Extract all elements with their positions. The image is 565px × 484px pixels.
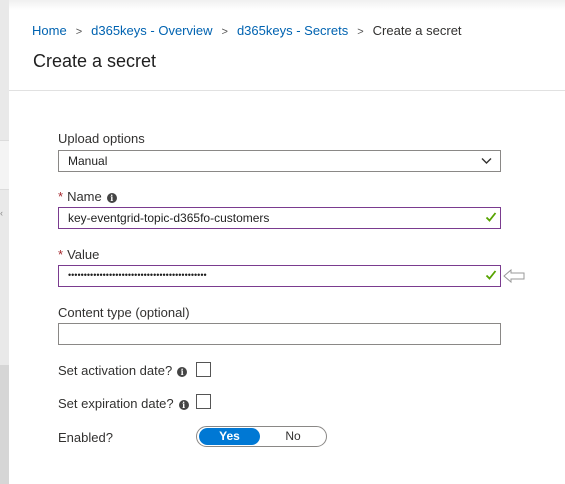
left-panel-selected-item xyxy=(0,140,9,190)
checkmark-icon xyxy=(485,212,497,222)
value-label-text: Value xyxy=(67,247,100,262)
required-marker: * xyxy=(58,189,64,204)
activation-date-label: Set activation date? i xyxy=(58,363,188,378)
collapse-arrow-icon[interactable]: ‹ xyxy=(0,208,3,218)
expiration-date-checkbox[interactable] xyxy=(196,394,211,409)
enabled-toggle[interactable]: Yes No xyxy=(196,426,327,447)
activation-date-label-text: Set activation date? xyxy=(58,363,173,378)
info-icon[interactable]: i xyxy=(177,366,188,377)
required-marker: * xyxy=(58,247,64,262)
value-input[interactable]: ••••••••••••••••••••••••••••••••••••••••… xyxy=(58,265,501,287)
breadcrumb-current: Create a secret xyxy=(372,23,462,38)
breadcrumb-overview[interactable]: d365keys - Overview xyxy=(91,23,212,38)
arrow-left-icon xyxy=(503,268,525,284)
header-shadow xyxy=(9,0,565,10)
value-input-masked: ••••••••••••••••••••••••••••••••••••••••… xyxy=(68,270,207,280)
chevron-down-icon xyxy=(481,158,492,164)
content-type-input[interactable] xyxy=(58,323,501,345)
enabled-yes-option[interactable]: Yes xyxy=(199,428,260,445)
activation-date-checkbox[interactable] xyxy=(196,362,211,377)
upload-options-select[interactable]: Manual xyxy=(58,150,501,172)
breadcrumb: Home > d365keys - Overview > d365keys - Secr… xyxy=(32,23,462,38)
page-title: Create a secret xyxy=(33,51,157,71)
content-type-label: Content type (optional) xyxy=(58,305,190,320)
info-icon[interactable]: i xyxy=(178,399,189,410)
left-panel-edge xyxy=(0,0,9,484)
info-icon[interactable]: i xyxy=(106,192,117,203)
chevron-right-icon: > xyxy=(221,26,228,38)
upload-options-label: Upload options xyxy=(58,131,145,146)
header-divider xyxy=(9,90,565,91)
chevron-right-icon: > xyxy=(357,26,364,38)
upload-options-value: Manual xyxy=(68,154,108,168)
breadcrumb-secrets[interactable]: d365keys - Secrets xyxy=(237,23,348,38)
expiration-date-label-text: Set expiration date? xyxy=(58,396,174,411)
name-label-text: Name xyxy=(67,189,102,204)
upload-options-label-text: Upload options xyxy=(58,131,145,146)
left-panel-scrollbar[interactable] xyxy=(0,365,9,484)
checkmark-icon xyxy=(485,270,497,280)
name-input[interactable]: key-eventgrid-topic-d365fo-customers xyxy=(58,207,501,229)
value-label: * Value xyxy=(58,247,99,262)
enabled-label: Enabled? xyxy=(58,430,113,445)
chevron-right-icon: > xyxy=(75,26,83,38)
name-input-value: key-eventgrid-topic-d365fo-customers xyxy=(68,211,270,225)
name-label: * Name i xyxy=(58,189,117,204)
breadcrumb-home[interactable]: Home xyxy=(32,23,67,38)
expiration-date-label: Set expiration date? i xyxy=(58,396,189,411)
enabled-no-option[interactable]: No xyxy=(260,427,326,446)
